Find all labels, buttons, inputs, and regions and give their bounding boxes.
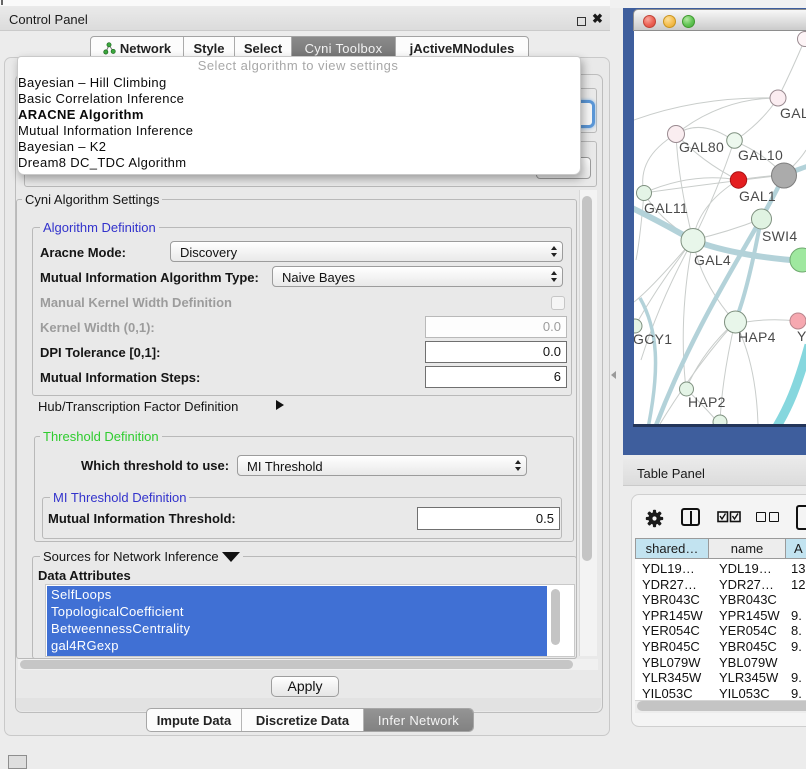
- svg-text:GAL1: GAL1: [739, 188, 776, 204]
- svg-text:GAL: GAL: [780, 105, 806, 121]
- svg-text:GAL4: GAL4: [694, 252, 731, 268]
- svg-text:GAL10: GAL10: [738, 147, 783, 163]
- svg-text:GAL80: GAL80: [679, 139, 724, 155]
- svg-text:GAL11: GAL11: [644, 200, 688, 216]
- svg-text:Y: Y: [797, 328, 806, 344]
- svg-text:SWI4: SWI4: [762, 228, 797, 244]
- svg-text:HAP2: HAP2: [688, 394, 726, 410]
- svg-text:GCY1: GCY1: [634, 331, 672, 347]
- svg-text:HAP4: HAP4: [738, 329, 776, 345]
